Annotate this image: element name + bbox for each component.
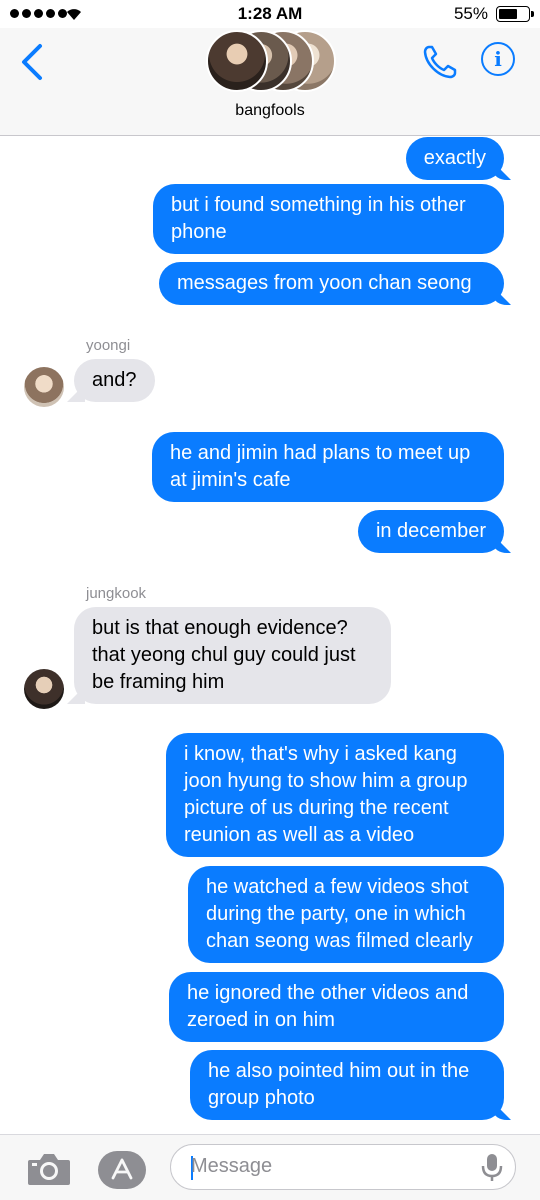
battery-icon: [496, 6, 534, 22]
avatar[interactable]: [24, 669, 64, 709]
back-chevron-icon[interactable]: [16, 40, 50, 84]
outgoing-message[interactable]: exactly: [405, 137, 504, 180]
outgoing-message[interactable]: he and jimin had plans to meet up at jim…: [152, 432, 504, 502]
app-store-glyph-icon: [111, 1158, 133, 1180]
group-avatars[interactable]: [206, 30, 338, 94]
camera-icon[interactable]: [26, 1151, 72, 1187]
group-name[interactable]: bangfools: [0, 102, 540, 120]
message-input-container[interactable]: [170, 1144, 516, 1190]
avatar: [206, 30, 268, 92]
phone-icon[interactable]: [420, 42, 460, 82]
incoming-message[interactable]: and?: [74, 359, 155, 402]
outgoing-message[interactable]: he ignored the other videos and zeroed i…: [169, 972, 504, 1042]
outgoing-message[interactable]: messages from yoon chan seong: [159, 262, 504, 305]
outgoing-message[interactable]: but i found something in his other phone: [153, 184, 504, 254]
outgoing-message[interactable]: in december: [357, 510, 504, 553]
info-icon[interactable]: i: [481, 42, 515, 76]
incoming-message[interactable]: but is that enough evidence? that yeong …: [74, 607, 391, 704]
conversation-header: bangfools i: [0, 28, 540, 136]
microphone-icon[interactable]: [475, 1150, 509, 1184]
avatar[interactable]: [24, 367, 64, 407]
outgoing-message[interactable]: he also pointed him out in the group pho…: [190, 1050, 504, 1120]
battery-percent: 55%: [453, 4, 488, 23]
app-store-icon[interactable]: [98, 1151, 146, 1189]
message-input[interactable]: [191, 1145, 461, 1188]
sender-name: jungkook: [86, 585, 147, 602]
message-composer: [0, 1134, 540, 1200]
outgoing-message[interactable]: i know, that's why i asked kang joon hyu…: [166, 733, 504, 857]
sender-name: yoongi: [86, 337, 131, 354]
message-list[interactable]: exactly but i found something in his oth…: [0, 137, 540, 1134]
outgoing-message[interactable]: he watched a few videos shot during the …: [188, 866, 504, 963]
status-bar: 1:28 AM 55%: [0, 0, 540, 28]
